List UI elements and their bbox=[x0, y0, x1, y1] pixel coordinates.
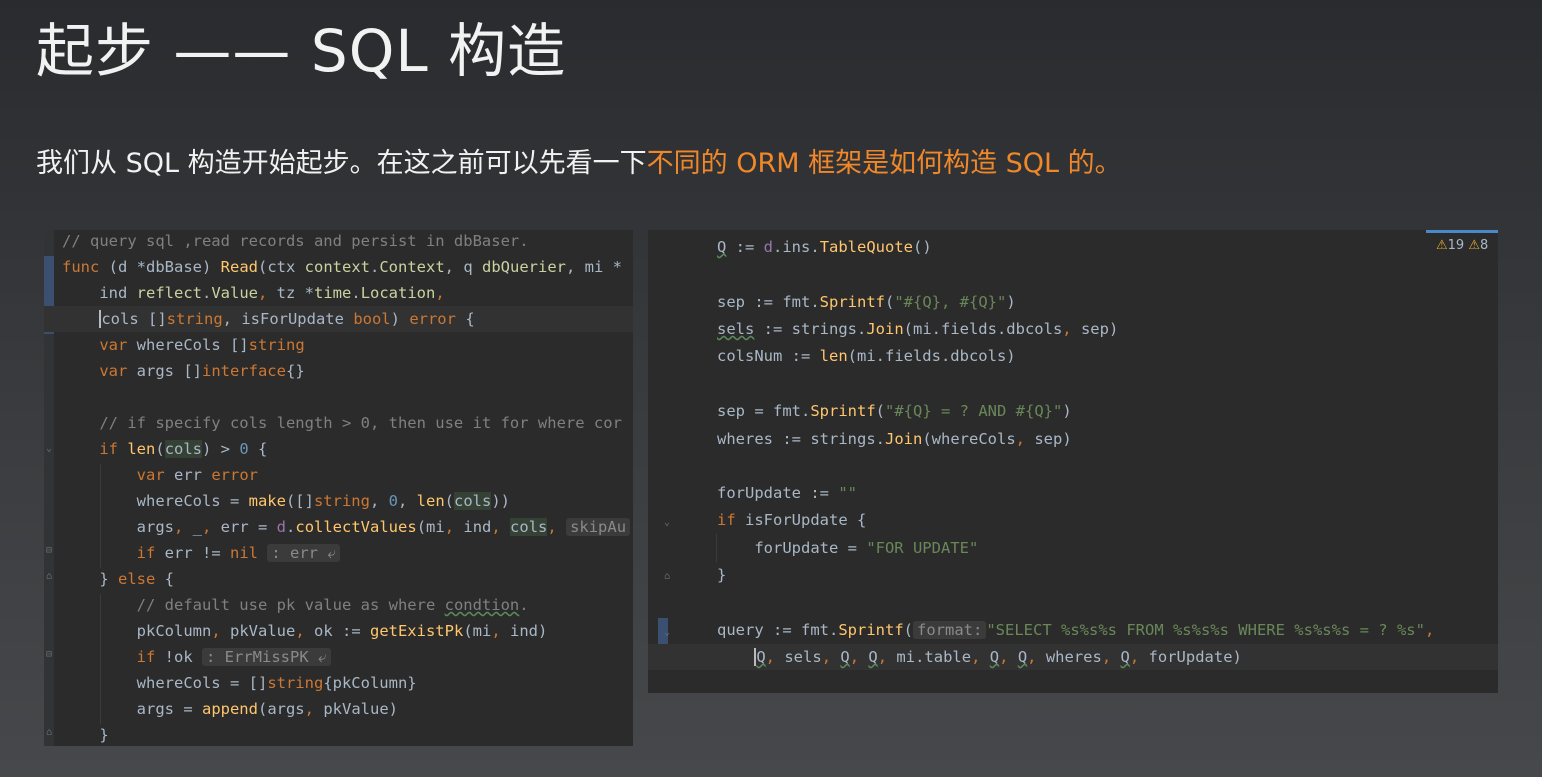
code-line: func (d *dbBase) Read(ctx context.Contex… bbox=[62, 258, 622, 276]
code-line: if !ok : ErrMissPK ⤶ bbox=[44, 644, 633, 670]
code-line: Q := d.ins.TableQuote() bbox=[717, 238, 932, 256]
code-line: if isForUpdate { bbox=[717, 511, 867, 529]
left-code-editor[interactable]: ⌄ ⌄ ⊟ ⌂ ⊟ ⌂ // query sql ,read records a… bbox=[44, 230, 633, 746]
code-line: args = append(args, pkValue) bbox=[62, 700, 398, 718]
code-line: } else { bbox=[62, 570, 174, 588]
code-line: query := fmt.Sprintf(format: "SELECT %s%s… bbox=[717, 621, 1435, 639]
code-line: forUpdate := "" bbox=[717, 484, 857, 502]
code-line: // query sql ,read records and persist i… bbox=[62, 232, 529, 250]
code-line: var err error bbox=[136, 466, 258, 484]
code-line: var whereCols []string bbox=[99, 336, 305, 354]
code-line: pkColumn, pkValue, ok := getExistPk(mi, … bbox=[62, 622, 548, 640]
code-line: // default use pk value as where condtio… bbox=[136, 596, 529, 614]
code-line: sep = fmt.Sprintf("#{Q} = ? AND #{Q}") bbox=[717, 402, 1072, 420]
code-line: args, _, err = d.collectValues(mi, ind, … bbox=[44, 514, 633, 540]
code-line: if len(cols) > 0 { bbox=[99, 440, 268, 458]
code-line: // if specify cols length > 0, then use … bbox=[99, 414, 622, 432]
code-line: sep := fmt.Sprintf("#{Q}, #{Q}") bbox=[717, 293, 1016, 311]
code-line: var args []interface{} bbox=[99, 362, 305, 380]
slide-title: 起步 —— SQL 构造 bbox=[36, 17, 567, 85]
scroll-indicator[interactable] bbox=[1426, 230, 1498, 233]
code-line: } bbox=[717, 566, 727, 584]
code-line: cols []string, isForUpdate bool) error { bbox=[44, 306, 633, 332]
subtitle-highlight: 不同的 ORM 框架是如何构造 SQL 的。 bbox=[646, 148, 1122, 179]
code-line: forUpdate = "FOR UPDATE" bbox=[717, 539, 979, 557]
code-line: } bbox=[62, 726, 109, 744]
right-code-editor[interactable]: ⚠19 ⚠8 ⌄ ⌂ ⌄ ⌂ Q := d.ins.TableQuote() s… bbox=[648, 230, 1498, 693]
code-line: if err != nil : err ⤶ bbox=[44, 540, 633, 566]
code-line: whereCols = make([]string, 0, len(cols)) bbox=[62, 492, 510, 510]
code-line: sels := strings.Join(mi.fields.dbcols, s… bbox=[717, 320, 1119, 338]
slide-subtitle: 我们从 SQL 构造开始起步。在这之前可以先看一下不同的 ORM 框架是如何构造… bbox=[36, 142, 1122, 186]
code-line: whereCols = []string{pkColumn} bbox=[62, 674, 417, 692]
code-line: wheres := strings.Join(whereCols, sep) bbox=[717, 430, 1072, 448]
code-line: Q, sels, Q, Q, mi.table, Q, Q, wheres, Q… bbox=[648, 644, 1498, 670]
code-line: colsNum := len(mi.fields.dbcols) bbox=[717, 347, 1016, 365]
subtitle-plain: 我们从 SQL 构造开始起步。在这之前可以先看一下 bbox=[36, 148, 647, 179]
code-line: ind reflect.Value, tz *time.Location, bbox=[62, 284, 445, 302]
